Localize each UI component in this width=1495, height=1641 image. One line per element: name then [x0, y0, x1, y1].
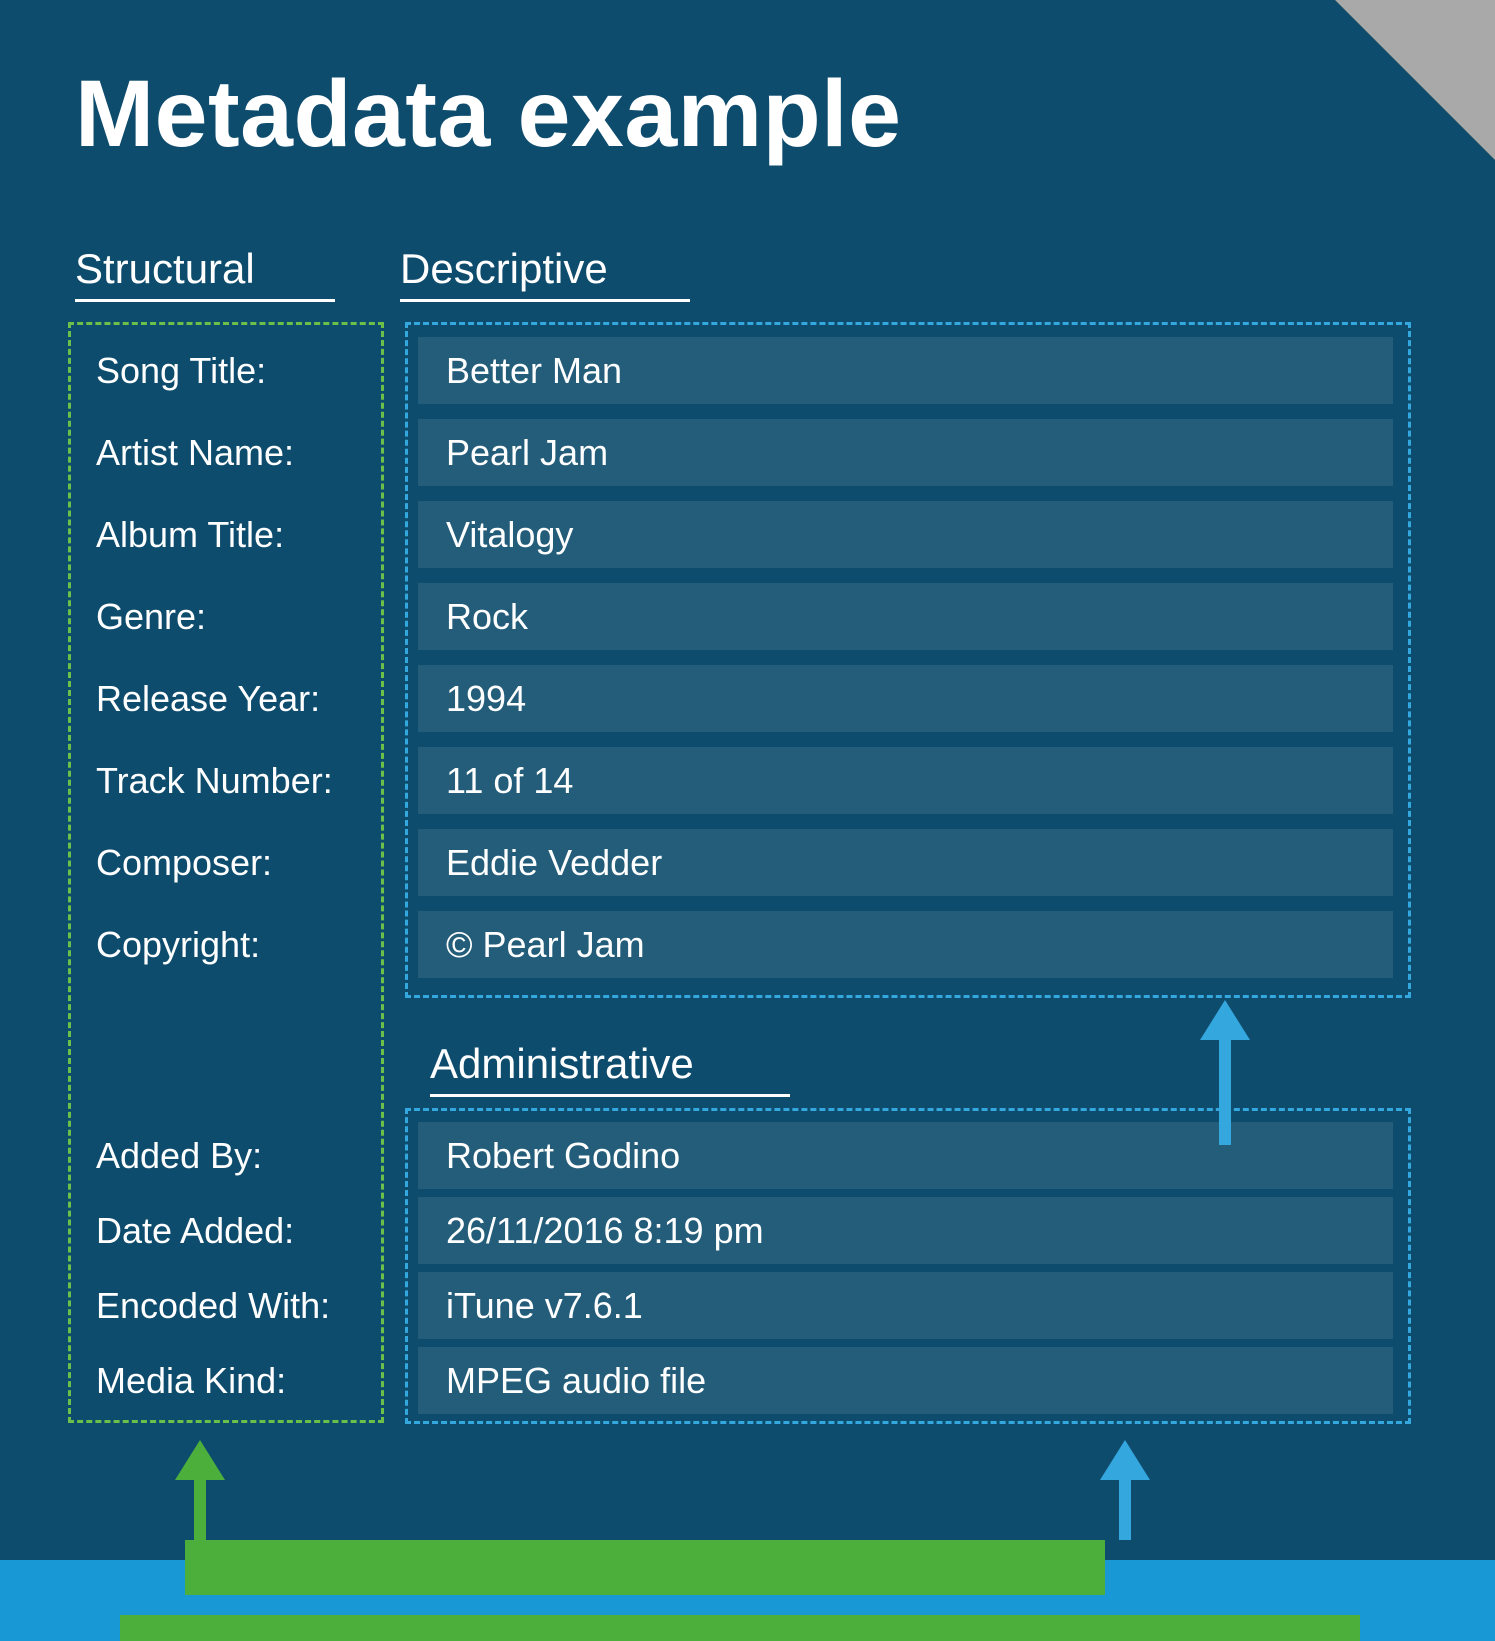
- label-copyright: Copyright:: [78, 911, 368, 978]
- label-artist-name: Artist Name:: [78, 419, 368, 486]
- label-media-kind: Media Kind:: [78, 1347, 368, 1414]
- arrow-structural-up: [175, 1440, 225, 1540]
- value-track-number: 11 of 14: [418, 747, 1393, 814]
- header-descriptive: Descriptive: [400, 245, 690, 302]
- value-genre: Rock: [418, 583, 1393, 650]
- arrow-admin-to-descriptive: [1200, 1000, 1250, 1145]
- value-encoded-with: iTune v7.6.1: [418, 1272, 1393, 1339]
- diagram-frame: Metadata example Structural Descriptive …: [0, 0, 1495, 1641]
- label-encoded-with: Encoded With:: [78, 1272, 368, 1339]
- page-corner-fold: [1335, 0, 1495, 160]
- label-album-title: Album Title:: [78, 501, 368, 568]
- value-date-added: 26/11/2016 8:19 pm: [418, 1197, 1393, 1264]
- value-media-kind: MPEG audio file: [418, 1347, 1393, 1414]
- label-release-year: Release Year:: [78, 665, 368, 732]
- value-copyright: © Pearl Jam: [418, 911, 1393, 978]
- value-artist-name: Pearl Jam: [418, 419, 1393, 486]
- green-underline-bar: [120, 1615, 1360, 1641]
- header-administrative: Administrative: [430, 1040, 790, 1097]
- label-added-by: Added By:: [78, 1122, 368, 1189]
- label-date-added: Date Added:: [78, 1197, 368, 1264]
- label-song-title: Song Title:: [78, 337, 368, 404]
- arrow-descriptive-up: [1100, 1440, 1150, 1540]
- label-composer: Composer:: [78, 829, 368, 896]
- value-release-year: 1994: [418, 665, 1393, 732]
- value-album-title: Vitalogy: [418, 501, 1393, 568]
- value-composer: Eddie Vedder: [418, 829, 1393, 896]
- value-song-title: Better Man: [418, 337, 1393, 404]
- label-track-number: Track Number:: [78, 747, 368, 814]
- page-title: Metadata example: [75, 60, 901, 169]
- label-genre: Genre:: [78, 583, 368, 650]
- green-connector-bar: [185, 1540, 1105, 1595]
- header-structural: Structural: [75, 245, 335, 302]
